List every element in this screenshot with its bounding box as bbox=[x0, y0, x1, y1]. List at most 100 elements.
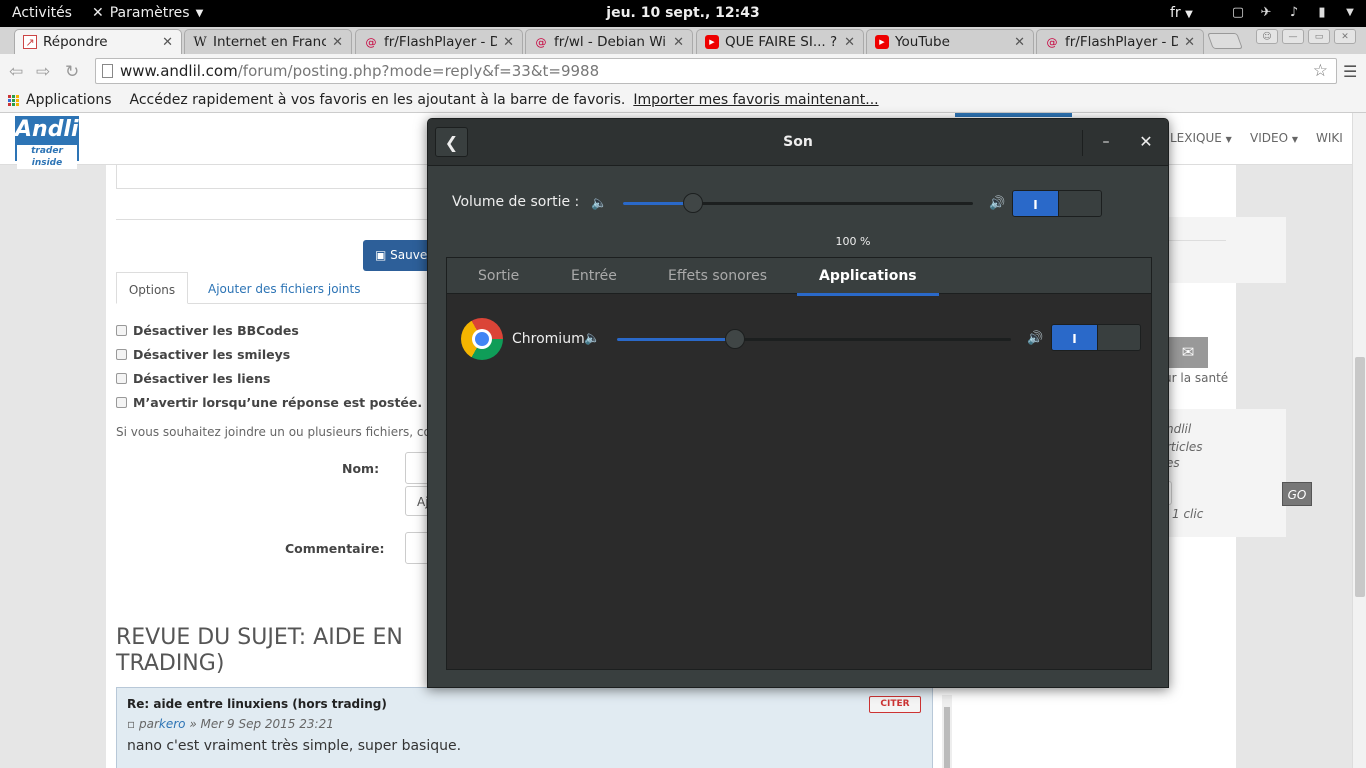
minimize-icon[interactable]: — bbox=[1282, 29, 1304, 44]
disable-smileys-checkbox[interactable]: Désactiver les smileys bbox=[116, 347, 290, 362]
checkbox-box[interactable] bbox=[116, 349, 127, 360]
browser-tab[interactable]: ▶ QUE FAIRE SI... ? ✕ bbox=[696, 29, 864, 54]
back-button[interactable]: ❮ bbox=[435, 127, 468, 157]
site-logo[interactable]: Andlil trader inside bbox=[15, 116, 86, 169]
scroll-thumb[interactable] bbox=[944, 707, 950, 768]
sidebar-text: rticles bbox=[1166, 440, 1203, 454]
browser-tab[interactable]: @ fr/FlashPlayer - D ✕ bbox=[1036, 29, 1204, 54]
maximize-icon[interactable]: ▭ bbox=[1308, 29, 1330, 44]
toggle-off bbox=[1058, 191, 1101, 216]
slider-knob[interactable] bbox=[683, 193, 703, 213]
browser-tab[interactable]: W Internet en Franc ✕ bbox=[184, 29, 352, 54]
bookmarks-hint: Accédez rapidement à vos favoris en les … bbox=[129, 92, 626, 108]
logo-tagline: trader inside bbox=[17, 145, 77, 169]
page-scrollbar[interactable] bbox=[1352, 113, 1366, 768]
post-title[interactable]: Re: aide entre linuxiens (hors trading) bbox=[127, 697, 387, 711]
mail-icon[interactable]: ✉ bbox=[1168, 337, 1208, 368]
volume-icon: ♪ bbox=[1289, 4, 1299, 20]
close-icon[interactable]: ✕ bbox=[1184, 35, 1195, 50]
app-volume-slider[interactable] bbox=[617, 329, 1011, 349]
attach-info-text: Si vous souhaitez joindre un ou plusieur… bbox=[116, 425, 461, 439]
review-title: REVUE DU SUJET: AIDE EN TRADING) bbox=[116, 625, 403, 677]
tab-effets-sonores[interactable]: Effets sonores bbox=[668, 268, 767, 284]
browser-tab[interactable]: ▶ YouTube ✕ bbox=[866, 29, 1034, 54]
toolbar: ⇦ ⇨ ↻ www.andlil.com/forum/posting.php?m… bbox=[0, 54, 1366, 88]
review-scrollbar[interactable] bbox=[942, 695, 952, 768]
tab-options[interactable]: Options bbox=[116, 272, 188, 304]
tab-title: QUE FAIRE SI... ? bbox=[725, 34, 838, 50]
review-title-line: REVUE DU SUJET: AIDE EN bbox=[116, 625, 403, 650]
close-icon[interactable]: ✕ bbox=[503, 35, 514, 50]
clock[interactable]: jeu. 10 sept., 12:43 bbox=[0, 5, 1366, 21]
address-bar[interactable]: www.andlil.com/forum/posting.php?mode=re… bbox=[95, 58, 1337, 84]
speaker-muted-icon: 🔈 bbox=[584, 331, 601, 346]
language-menu[interactable]: fr ▼ bbox=[1170, 5, 1193, 21]
app-menu-label: Paramètres bbox=[109, 5, 190, 21]
top-bar: Activités ✕ Paramètres ▼ jeu. 10 sept., … bbox=[0, 0, 1366, 27]
editor-area[interactable] bbox=[116, 165, 446, 189]
tab-title: YouTube bbox=[895, 34, 950, 50]
sidebar-text: 1 clic bbox=[1172, 507, 1204, 521]
nav-lexique[interactable]: LEXIQUE ▼ bbox=[1170, 131, 1232, 145]
close-icon[interactable]: ✕ bbox=[673, 35, 684, 50]
user-icon[interactable]: ☺ bbox=[1256, 29, 1278, 44]
checkbox-box[interactable] bbox=[116, 325, 127, 336]
system-tray[interactable]: ▢ ✈ ♪ ▮ ▼ bbox=[1230, 4, 1358, 20]
post-meta-prefix: par bbox=[138, 717, 159, 731]
debian-icon: @ bbox=[1046, 35, 1058, 49]
disable-links-checkbox[interactable]: Désactiver les liens bbox=[116, 371, 270, 386]
tab-applications[interactable]: Applications bbox=[797, 268, 939, 296]
close-button[interactable]: ✕ bbox=[1138, 132, 1154, 151]
import-bookmarks-link[interactable]: Importer mes favoris maintenant... bbox=[633, 92, 878, 108]
activities-button[interactable]: Activités bbox=[12, 5, 72, 21]
close-icon[interactable]: ✕ bbox=[1014, 35, 1025, 50]
star-icon[interactable]: ☆ bbox=[1313, 61, 1328, 81]
nav-active-indicator bbox=[955, 113, 1072, 117]
new-tab-button[interactable] bbox=[1207, 33, 1243, 49]
caret-icon: ▼ bbox=[1225, 135, 1232, 144]
forward-icon[interactable]: ⇨ bbox=[36, 62, 50, 82]
checkbox-box[interactable] bbox=[116, 373, 127, 384]
output-toggle[interactable]: I bbox=[1012, 190, 1102, 217]
output-volume-slider[interactable] bbox=[623, 193, 973, 213]
tab-attachments[interactable]: Ajouter des fichiers joints bbox=[208, 282, 360, 296]
toggle-on: I bbox=[1052, 325, 1097, 350]
post-author[interactable]: kero bbox=[159, 717, 186, 731]
browser-tab[interactable]: @ fr/FlashPlayer - D ✕ bbox=[355, 29, 523, 54]
notify-reply-checkbox[interactable]: M’avertir lorsqu’une réponse est postée. bbox=[116, 395, 422, 410]
sound-dialog: ❮ Son – ✕ Volume de sortie : 🔈 🔊 I 100 %… bbox=[427, 118, 1169, 688]
reload-icon[interactable]: ↻ bbox=[65, 62, 79, 82]
browser-tab[interactable]: ↗ Répondre ✕ bbox=[14, 29, 182, 54]
post-meta: ▫ parkero » Mer 9 Sep 2015 23:21 bbox=[127, 717, 334, 731]
close-icon[interactable]: ✕ bbox=[844, 35, 855, 50]
app-menu[interactable]: ✕ Paramètres ▼ bbox=[92, 5, 203, 21]
browser-tab[interactable]: @ fr/wl - Debian Wi ✕ bbox=[525, 29, 693, 54]
back-icon[interactable]: ⇦ bbox=[9, 62, 23, 82]
quote-button[interactable]: CITER bbox=[869, 696, 921, 713]
app-toggle[interactable]: I bbox=[1051, 324, 1141, 351]
nav-wiki[interactable]: WIKI bbox=[1316, 131, 1343, 145]
go-button[interactable]: GO bbox=[1282, 482, 1312, 506]
checkbox-box[interactable] bbox=[116, 397, 127, 408]
sidebar-text: ur la santé bbox=[1164, 371, 1229, 385]
chromium-icon bbox=[461, 318, 503, 360]
airplane-icon: ✈ bbox=[1260, 4, 1272, 20]
close-icon[interactable]: ✕ bbox=[162, 35, 173, 50]
tab-sortie[interactable]: Sortie bbox=[478, 268, 519, 284]
close-icon[interactable]: ✕ bbox=[332, 35, 343, 50]
close-icon[interactable]: ✕ bbox=[1334, 29, 1356, 44]
slider-knob[interactable] bbox=[725, 329, 746, 349]
nav-video[interactable]: VIDEO ▼ bbox=[1250, 131, 1298, 145]
url-path: /forum/posting.php?mode=reply&f=33&t=998… bbox=[237, 62, 600, 80]
scroll-thumb[interactable] bbox=[1355, 357, 1365, 597]
minimize-button[interactable]: – bbox=[1098, 134, 1114, 150]
sidebar-box bbox=[1166, 217, 1286, 283]
apps-icon bbox=[8, 94, 19, 106]
disable-bbcode-checkbox[interactable]: Désactiver les BBCodes bbox=[116, 323, 299, 338]
apps-bookmark[interactable]: Applications bbox=[26, 92, 112, 108]
menu-icon[interactable]: ☰ bbox=[1343, 62, 1357, 81]
post-icon: ▫ bbox=[127, 717, 136, 731]
debian-icon: @ bbox=[535, 35, 547, 49]
tools-icon: ✕ bbox=[92, 5, 104, 21]
tab-entree[interactable]: Entrée bbox=[571, 268, 617, 284]
